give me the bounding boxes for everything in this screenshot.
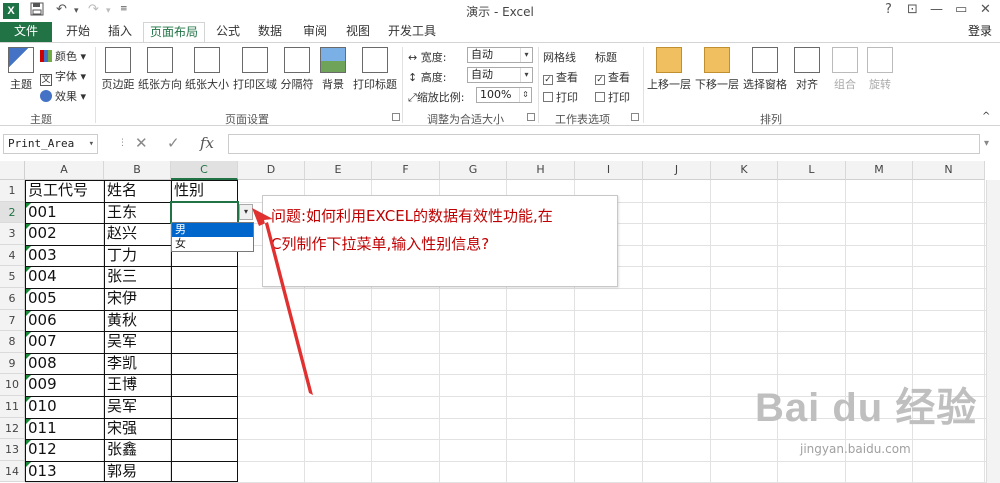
- vertical-scrollbar[interactable]: [986, 180, 1000, 483]
- excel-window: X ↶ ▾ ↷ ▾ ≡ 演示 - Excel ? ⊡ — ▭ ✕ 文件 开始 插…: [0, 0, 1000, 483]
- baidu-watermark-logo: Bai du 经验: [755, 386, 978, 430]
- baidu-watermark-url: jingyan.baidu.com: [800, 442, 911, 456]
- arrow-shape: [252, 208, 313, 395]
